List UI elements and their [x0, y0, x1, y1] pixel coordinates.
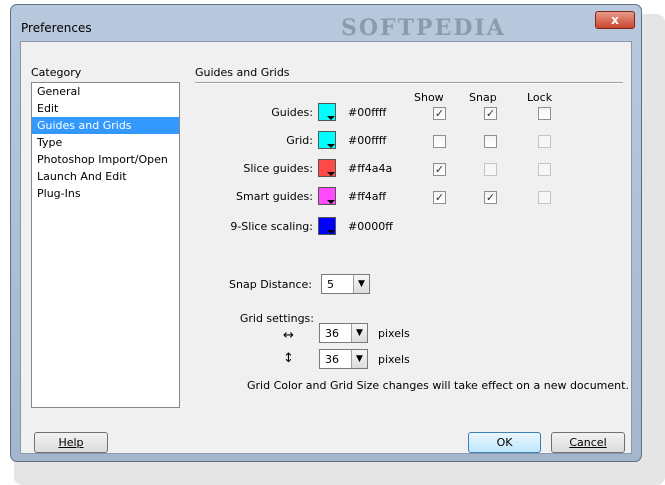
snap-checkbox[interactable]: ✓ [484, 191, 497, 204]
grid-width-value: 36 [325, 327, 339, 340]
color-hex: #ff4a4a [348, 162, 393, 175]
grid-width-select[interactable]: 36 ▼ [319, 323, 368, 343]
snap-distance-label: Snap Distance: [229, 278, 312, 291]
category-label: Category [31, 66, 82, 79]
show-checkbox[interactable] [433, 135, 446, 148]
category-item[interactable]: Photoshop Import/Open [32, 151, 179, 168]
category-item[interactable]: Edit [32, 100, 179, 117]
chevron-down-icon[interactable]: ▼ [351, 350, 367, 368]
lock-checkbox[interactable] [538, 163, 551, 176]
check-icon: ✓ [485, 107, 496, 120]
help-button[interactable]: Help [34, 432, 108, 453]
check-icon: ✓ [485, 191, 496, 204]
horizontal-arrows-icon: ↔ [283, 328, 294, 343]
color-swatch[interactable] [318, 159, 336, 177]
grid-width-unit: pixels [378, 327, 410, 340]
category-item[interactable]: Launch And Edit [32, 168, 179, 185]
category-list[interactable]: General Edit Guides and Grids Type Photoshop… [31, 82, 180, 408]
show-checkbox[interactable]: ✓ [433, 191, 446, 204]
column-header-snap: Snap [469, 91, 497, 104]
category-item[interactable]: Guides and Grids [32, 117, 179, 134]
lock-checkbox[interactable] [538, 135, 551, 148]
dropdown-triangle-icon [327, 116, 335, 120]
cancel-button[interactable]: Cancel [551, 432, 625, 453]
color-hex: #00ffff [348, 134, 387, 147]
check-icon: ✓ [434, 191, 445, 204]
category-item[interactable]: Type [32, 134, 179, 151]
row-label: 9-Slice scaling: [230, 220, 313, 233]
dropdown-triangle-icon [327, 200, 335, 204]
color-swatch[interactable] [318, 131, 336, 149]
watermark: SOFTPEDIA [341, 15, 506, 41]
row-label: Grid: [286, 134, 313, 147]
category-item[interactable]: General [32, 83, 179, 100]
row-label: Smart guides: [236, 190, 313, 203]
grid-height-select[interactable]: 36 ▼ [319, 349, 368, 369]
dropdown-triangle-icon [327, 144, 335, 148]
ok-button-label: OK [496, 436, 513, 449]
category-item[interactable]: Plug-Ins [32, 185, 179, 202]
ok-button[interactable]: OK [468, 432, 541, 453]
note-text: Grid Color and Grid Size changes will ta… [247, 379, 629, 392]
lock-checkbox[interactable] [538, 107, 551, 120]
check-icon: ✓ [434, 163, 445, 176]
preferences-window: Preferences SOFTPEDIA x Category General… [10, 4, 642, 462]
chevron-down-icon[interactable]: ▼ [351, 324, 367, 342]
color-hex: #0000ff [348, 220, 393, 233]
section-title: Guides and Grids [195, 66, 290, 79]
row-label: Slice guides: [243, 162, 313, 175]
color-swatch[interactable] [318, 103, 336, 121]
dropdown-triangle-icon [327, 230, 335, 234]
lock-checkbox[interactable] [538, 191, 551, 204]
show-checkbox[interactable]: ✓ [433, 107, 446, 120]
grid-height-unit: pixels [378, 353, 410, 366]
row-label: Guides: [271, 106, 313, 119]
help-button-label: Help [58, 436, 84, 449]
snap-checkbox[interactable]: ✓ [484, 107, 497, 120]
grid-height-value: 36 [325, 353, 339, 366]
dialog-body: Category General Edit Guides and Grids Type… [20, 41, 632, 454]
column-header-lock: Lock [527, 91, 553, 104]
snap-checkbox[interactable] [484, 163, 497, 176]
color-hex: #ff4aff [348, 190, 387, 203]
chevron-down-icon[interactable]: ▼ [353, 275, 369, 293]
dropdown-triangle-icon [327, 172, 335, 176]
color-swatch[interactable] [318, 187, 336, 205]
column-header-show: Show [414, 91, 444, 104]
show-checkbox[interactable]: ✓ [433, 163, 446, 176]
cancel-button-label: Cancel [569, 436, 607, 449]
check-icon: ✓ [434, 107, 445, 120]
snap-distance-value: 5 [327, 278, 334, 291]
grid-settings-label: Grid settings: [239, 312, 314, 325]
vertical-arrows-icon: ↕ [283, 351, 294, 366]
color-swatch[interactable] [318, 217, 336, 235]
title-bar[interactable]: Preferences SOFTPEDIA x [11, 5, 641, 41]
close-button[interactable]: x [595, 11, 635, 29]
color-hex: #00ffff [348, 106, 387, 119]
close-icon: x [611, 13, 619, 27]
snap-distance-select[interactable]: 5 ▼ [321, 274, 370, 294]
snap-checkbox[interactable] [484, 135, 497, 148]
section-divider [195, 82, 623, 84]
window-title: Preferences [21, 21, 92, 35]
